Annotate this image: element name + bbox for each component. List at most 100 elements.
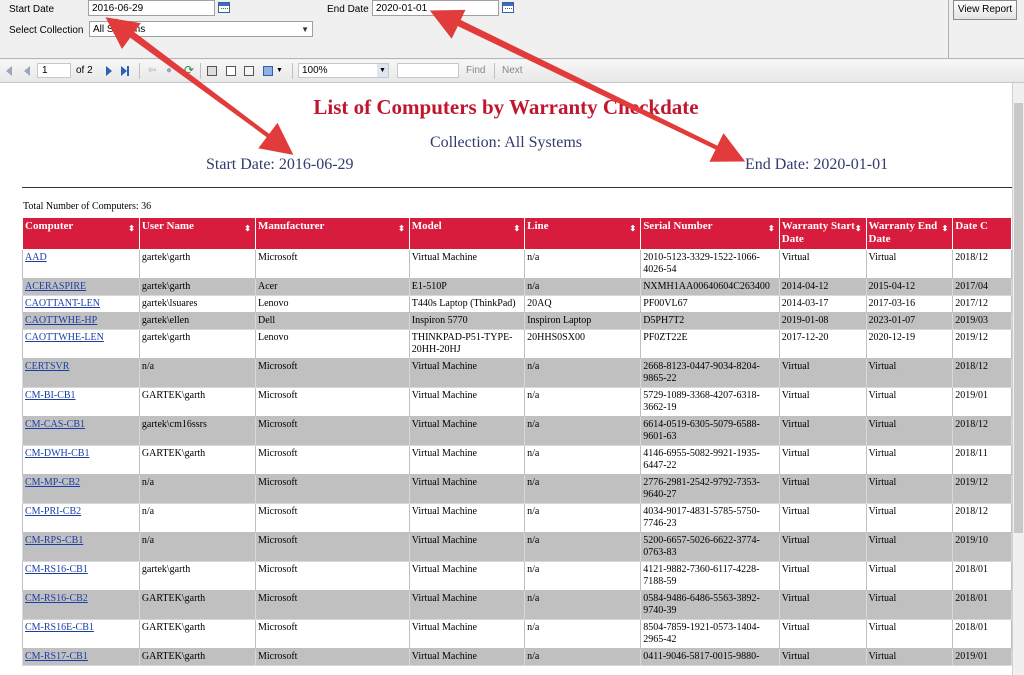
computer-link[interactable]: CAOTTWHE-HP xyxy=(25,315,97,326)
computers-table: Computer ⬍ User Name ⬍ Manufacturer ⬍ Model ⬍ Li… xyxy=(22,217,1012,666)
cell-value: n/a xyxy=(141,361,155,372)
computer-cell[interactable]: CM-RS17-CB1 xyxy=(22,648,140,666)
column-header[interactable]: Warranty Start Date ⬍ xyxy=(778,217,867,250)
computer-cell[interactable]: CM-RS16E-CB1 xyxy=(22,619,140,649)
table-cell: Microsoft xyxy=(254,358,410,388)
find-next-link[interactable]: Next xyxy=(502,65,523,76)
computer-cell[interactable]: CM-MP-CB2 xyxy=(22,474,140,504)
table-cell: Inspiron Laptop xyxy=(524,312,642,330)
export-icon[interactable] xyxy=(263,66,273,76)
zoom-select[interactable]: 100% ▼ xyxy=(298,63,389,78)
cell-value: 2017-12-20 xyxy=(781,332,829,343)
stop-icon[interactable]: ● xyxy=(166,65,172,76)
column-header[interactable]: Serial Number ⬍ xyxy=(640,217,780,250)
start-date-input[interactable]: 2016-06-29 xyxy=(88,0,215,16)
next-page-icon[interactable] xyxy=(106,66,112,76)
end-date-input[interactable]: 2020-01-01 xyxy=(372,0,499,16)
computer-link[interactable]: CM-RS16E-CB1 xyxy=(25,622,94,633)
computer-link[interactable]: CM-BI-CB1 xyxy=(25,390,76,401)
computer-link[interactable]: CAOTTANT-LEN xyxy=(25,298,100,309)
cell-value: Microsoft xyxy=(257,419,298,430)
sort-icon[interactable]: ⬍ xyxy=(768,222,775,235)
collection-select[interactable]: All Systems ▼ xyxy=(89,21,313,37)
computer-link[interactable]: CM-MP-CB2 xyxy=(25,477,80,488)
table-cell: T440s Laptop (ThinkPad) xyxy=(408,295,526,313)
table-cell: Virtual xyxy=(778,249,867,279)
previous-page-icon[interactable] xyxy=(24,66,30,76)
cell-value: Virtual xyxy=(868,622,897,633)
sort-icon[interactable]: ⬍ xyxy=(128,222,135,235)
print-layout-icon[interactable] xyxy=(226,66,236,76)
computer-link[interactable]: CM-RS16-CB1 xyxy=(25,564,88,575)
back-icon[interactable]: ⇦ xyxy=(148,65,156,76)
computer-cell[interactable]: ACERASPIRE xyxy=(22,278,140,296)
cell-value: Virtual xyxy=(868,390,897,401)
computer-cell[interactable]: CAOTTANT-LEN xyxy=(22,295,140,313)
cell-value: n/a xyxy=(527,651,540,662)
column-header[interactable]: User Name ⬍ xyxy=(138,217,256,250)
vertical-scrollbar[interactable] xyxy=(1012,83,1024,675)
column-header[interactable]: Manufacturer ⬍ xyxy=(254,217,410,250)
export-dropdown-icon[interactable]: ▼ xyxy=(276,67,283,74)
computer-cell[interactable]: CM-RPS-CB1 xyxy=(22,532,140,562)
computer-cell[interactable]: CM-RS16-CB1 xyxy=(22,561,140,591)
computer-cell[interactable]: CM-CAS-CB1 xyxy=(22,416,140,446)
sort-icon[interactable]: ⬍ xyxy=(244,222,251,235)
find-input[interactable] xyxy=(397,63,459,78)
computer-link[interactable]: CM-CAS-CB1 xyxy=(25,419,85,430)
print-icon[interactable] xyxy=(207,66,217,76)
computer-link[interactable]: ACERASPIRE xyxy=(25,281,86,292)
computer-cell[interactable]: CERTSVR xyxy=(22,358,140,388)
computer-link[interactable]: CM-RS16-CB2 xyxy=(25,593,88,604)
sort-icon[interactable]: ⬍ xyxy=(629,222,636,235)
table-cell: 4121-9882-7360-6117-4228-7188-59 xyxy=(640,561,780,591)
table-header-row: Computer ⬍ User Name ⬍ Manufacturer ⬍ Model ⬍ Li… xyxy=(22,217,1012,250)
column-header[interactable]: Model ⬍ xyxy=(408,217,526,250)
table-cell: 2014-03-17 xyxy=(778,295,867,313)
table-cell: Virtual Machine xyxy=(408,648,526,666)
computer-cell[interactable]: CAOTTWHE-LEN xyxy=(22,329,140,359)
sort-icon[interactable]: ⬍ xyxy=(513,222,520,235)
column-header[interactable]: Computer ⬍ xyxy=(22,217,140,250)
scrollbar-thumb[interactable] xyxy=(1014,103,1023,533)
computer-cell[interactable]: CM-RS16-CB2 xyxy=(22,590,140,620)
computer-cell[interactable]: CM-BI-CB1 xyxy=(22,387,140,417)
column-header[interactable]: Warranty End Date ⬍ xyxy=(865,217,954,250)
table-cell: Virtual Machine xyxy=(408,532,526,562)
first-page-icon[interactable] xyxy=(6,66,12,76)
find-link[interactable]: Find xyxy=(466,65,485,76)
cell-value: 2018/12 xyxy=(955,419,989,430)
computer-cell[interactable]: CM-DWH-CB1 xyxy=(22,445,140,475)
computer-link[interactable]: CM-RPS-CB1 xyxy=(25,535,83,546)
computer-link[interactable]: AAD xyxy=(25,252,47,263)
page-setup-icon[interactable] xyxy=(244,66,254,76)
sort-icon[interactable]: ⬍ xyxy=(398,222,405,235)
cell-value: PF0ZT22E xyxy=(643,332,688,343)
sort-icon[interactable]: ⬍ xyxy=(855,222,862,235)
computer-link[interactable]: CM-RS17-CB1 xyxy=(25,651,88,662)
table-cell: Virtual xyxy=(778,503,867,533)
table-cell: Lenovo xyxy=(254,329,410,359)
table-cell: Virtual xyxy=(778,532,867,562)
table-cell: n/a xyxy=(138,358,256,388)
column-header[interactable]: Line ⬍ xyxy=(524,217,642,250)
computer-link[interactable]: CM-PRI-CB2 xyxy=(25,506,81,517)
computer-link[interactable]: CAOTTWHE-LEN xyxy=(25,332,104,343)
computer-cell[interactable]: CM-PRI-CB2 xyxy=(22,503,140,533)
sort-icon[interactable]: ⬍ xyxy=(942,222,949,235)
computer-cell[interactable]: CAOTTWHE-HP xyxy=(22,312,140,330)
view-report-button[interactable]: View Report xyxy=(953,0,1017,20)
cell-value: 2010-5123-3329-1522-1066-4026-54 xyxy=(643,252,760,275)
table-cell: Virtual xyxy=(865,474,954,504)
refresh-icon[interactable]: ⟳ xyxy=(184,63,194,77)
end-calendar-icon[interactable] xyxy=(502,2,514,13)
computer-cell[interactable]: AAD xyxy=(22,249,140,279)
column-header[interactable]: Date C xyxy=(952,217,1012,250)
computer-link[interactable]: CERTSVR xyxy=(25,361,69,372)
start-calendar-icon[interactable] xyxy=(218,2,230,13)
table-cell: 6614-0519-6305-5079-6588-9601-63 xyxy=(640,416,780,446)
computer-link[interactable]: CM-DWH-CB1 xyxy=(25,448,89,459)
page-number-input[interactable]: 1 xyxy=(37,63,71,78)
header-rule xyxy=(22,187,1012,188)
cell-value: Virtual xyxy=(781,564,810,575)
